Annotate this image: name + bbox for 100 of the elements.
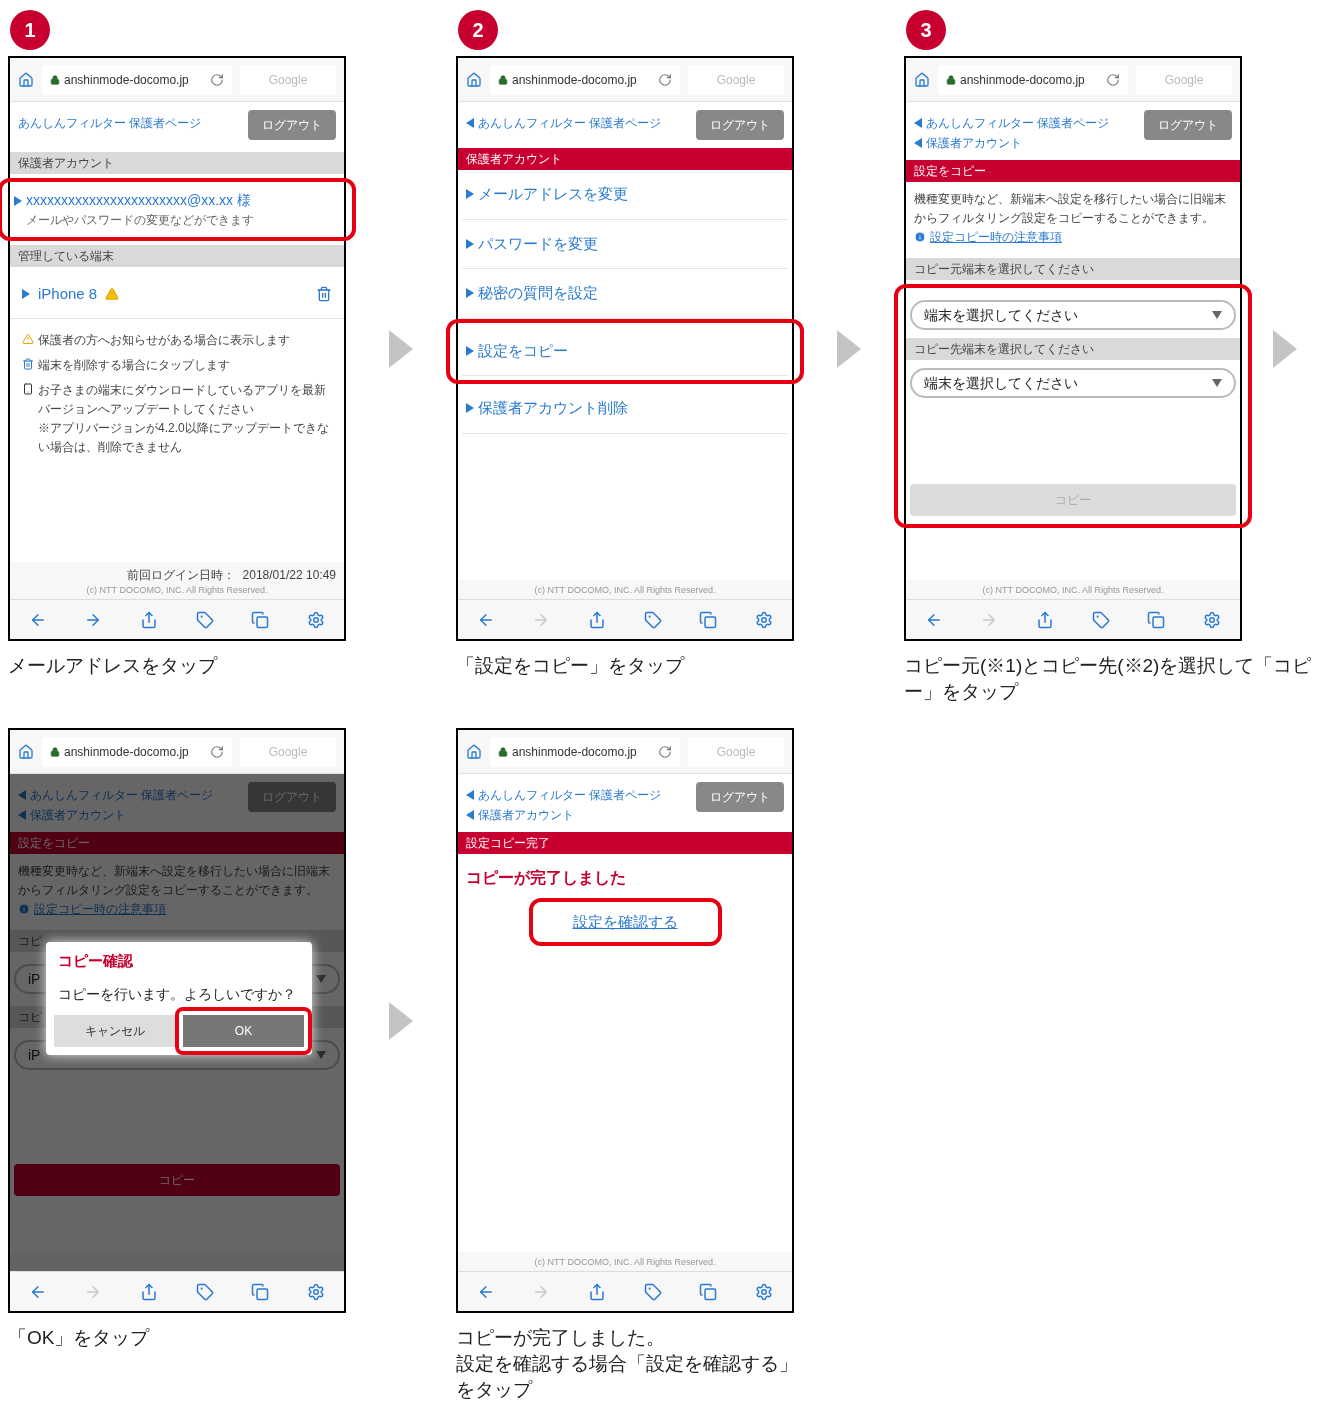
home-icon[interactable] [914,71,930,88]
url-field[interactable]: anshinmode-docomo.jp [490,64,680,95]
info-icon [18,903,30,915]
settings-icon[interactable] [755,1282,774,1301]
caption-text: 設定を確認する場合「設定を確認する」をタップ [456,1352,798,1401]
url-field[interactable]: anshinmode-docomo.jp [42,736,232,767]
warning-icon [22,332,34,345]
caret-icon [316,975,326,983]
url-field[interactable]: anshinmode-docomo.jp [42,64,232,95]
search-field[interactable]: Google [1136,64,1232,95]
bookmark-icon[interactable] [643,1282,662,1301]
bookmark-icon[interactable] [643,610,662,629]
account-email-link[interactable]: xxxxxxxxxxxxxxxxxxxxxxx@xx.xx 様 [26,190,251,211]
url-field[interactable]: anshinmode-docomo.jp [938,64,1128,95]
caption-text: 「設定をコピー」をタップ [456,654,686,678]
device-select[interactable]: 端末を選択してください [910,300,1236,330]
dialog-button[interactable]: キャンセル [54,1014,175,1047]
home-icon[interactable] [466,743,482,760]
reload-icon[interactable] [658,72,672,87]
settings-icon[interactable] [755,610,774,629]
settings-icon[interactable] [1203,610,1222,629]
device-select[interactable]: 端末を選択してください [910,368,1236,398]
description-text: 機種変更時など、新端末へ設定を移行したい場合に旧端末からフィルタリング設定をコピーすることができます。 [913,191,1227,227]
tabs-icon[interactable] [699,610,718,629]
dialog-message: コピーを行います。よろしいですか？ [57,984,297,1004]
last-login-time: 2018/01/22 10:49 [242,566,336,584]
breadcrumb-link[interactable]: あんしんフィルター 保護者ページ [478,786,662,804]
share-icon[interactable] [1036,610,1055,629]
home-icon[interactable] [466,71,482,88]
breadcrumb-link[interactable]: 保護者アカウント [478,806,574,824]
last-login-label: 前回ログイン日時： [126,566,235,584]
search-field[interactable]: Google [688,736,784,767]
logout-button[interactable]: ログアウト [696,110,784,140]
logout-button[interactable]: ログアウト [248,110,336,140]
settings-icon[interactable] [307,610,326,629]
settings-icon[interactable] [307,1282,326,1301]
notes-link[interactable]: 設定コピー時の注意事項 [930,228,1062,246]
reload-icon[interactable] [210,72,224,87]
menu-link[interactable]: パスワードを変更 [478,232,598,255]
tabs-icon[interactable] [1147,610,1166,629]
search-field[interactable]: Google [240,64,336,95]
logout-button[interactable]: ログアウト [696,782,784,812]
caption-text: コピー元(※1)とコピー先(※2)を選択して「コピー」をタップ [904,654,1313,704]
caption-text: コピーが完了しました。 [456,1326,666,1350]
bookmark-icon[interactable] [195,1282,214,1301]
home-icon[interactable] [18,743,34,760]
home-icon[interactable] [18,71,34,88]
breadcrumb-link[interactable]: 保護者アカウント [30,806,126,824]
tabs-icon[interactable] [699,1282,718,1301]
dialog-title: コピー確認 [57,951,134,971]
section-heading: コピー元端末を選択してください [906,258,1240,280]
share-icon[interactable] [588,610,607,629]
copyright-text: (c) NTT DOCOMO, INC. All Rights Reserved. [533,1255,717,1269]
bullet-triangle-icon [466,288,474,299]
menu-link[interactable]: 設定をコピー [478,339,568,362]
bookmark-icon[interactable] [1091,610,1110,629]
menu-link[interactable]: 保護者アカウント削除 [478,397,628,420]
reload-icon[interactable] [210,744,224,759]
lock-icon [498,746,508,757]
tabs-icon[interactable] [251,1282,270,1301]
account-subtitle: メールやパスワードの変更などができます [25,212,255,229]
caption-text: 「OK」をタップ [8,1326,151,1350]
share-icon[interactable] [140,1282,159,1301]
menu-link[interactable]: メールアドレスを変更 [478,183,628,206]
url-field[interactable]: anshinmode-docomo.jp [490,736,680,767]
lock-icon [50,746,60,757]
breadcrumb-link[interactable]: あんしんフィルター 保護者ページ [18,114,202,132]
search-field[interactable]: Google [688,64,784,95]
dialog-button[interactable]: OK [183,1014,304,1047]
breadcrumb-link[interactable]: あんしんフィルター 保護者ページ [926,114,1110,132]
note-text: 端末を削除する場合にタップします [38,356,230,374]
confirm-settings-link[interactable]: 設定を確認する [572,913,678,930]
bullet-triangle-icon [466,189,474,200]
breadcrumb-link[interactable]: あんしんフィルター 保護者ページ [30,786,214,804]
page-heading: 保護者アカウント [458,148,792,170]
menu-link[interactable]: 秘密の質問を設定 [478,282,598,305]
notes-link[interactable]: 設定コピー時の注意事項 [34,900,166,918]
section-heading: コピー先端末を選択してください [906,338,1240,360]
bullet-triangle-icon [14,195,22,206]
bullet-triangle-icon [466,238,474,249]
share-icon[interactable] [140,610,159,629]
bookmark-icon[interactable] [195,610,214,629]
step-number-badge: 2 [458,10,498,50]
caret-icon [316,1051,326,1059]
breadcrumb-link[interactable]: 保護者アカウント [926,134,1022,152]
breadcrumb-link[interactable]: あんしんフィルター 保護者ページ [478,114,662,132]
copyright-text: (c) NTT DOCOMO, INC. All Rights Reserved. [533,583,717,597]
tabs-icon[interactable] [251,610,270,629]
trash-icon[interactable] [316,286,332,303]
copy-button[interactable]: コピー [14,1164,340,1196]
bullet-triangle-icon [466,403,474,414]
reload-icon[interactable] [1106,72,1120,87]
device-link[interactable]: iPhone 8 [38,283,98,306]
copyright-text: (c) NTT DOCOMO, INC. All Rights Reserved. [981,583,1165,597]
share-icon[interactable] [588,1282,607,1301]
reload-icon[interactable] [658,744,672,759]
copyright-text: (c) NTT DOCOMO, INC. All Rights Reserved. [85,583,269,597]
step-number-badge: 1 [10,10,50,50]
logout-button[interactable]: ログアウト [1144,110,1232,140]
search-field[interactable]: Google [240,736,336,767]
